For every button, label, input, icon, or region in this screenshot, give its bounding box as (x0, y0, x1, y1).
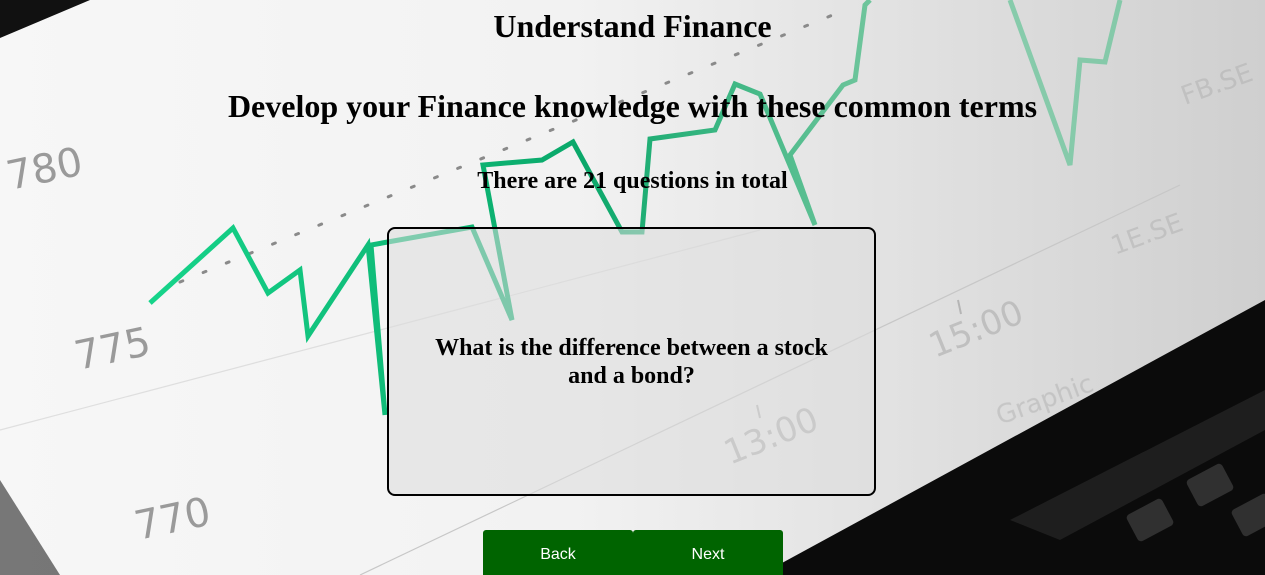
page-subtitle: Develop your Finance knowledge with thes… (227, 88, 1038, 124)
flashcard-question: What is the difference between a stock a… (435, 334, 828, 389)
question-count: There are 21 questions in total (477, 168, 788, 194)
page-title: Understand Finance (493, 8, 772, 44)
next-button[interactable]: Next (633, 530, 783, 575)
quiz-page: Understand Finance Develop your Finance … (0, 0, 1265, 575)
back-button[interactable]: Back (483, 530, 633, 575)
flashcard[interactable]: What is the difference between a stock a… (387, 227, 876, 496)
